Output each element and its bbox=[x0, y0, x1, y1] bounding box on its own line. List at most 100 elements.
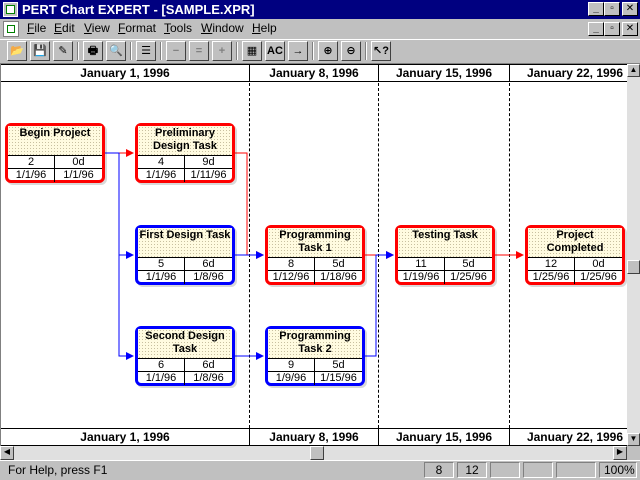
task-node-prog1[interactable]: Programming Task 1 8 5d 1/12/96 1/18/96 bbox=[265, 225, 365, 285]
task-list-icon: ☰ bbox=[141, 45, 151, 57]
task-name: Preliminary Design Task bbox=[138, 126, 232, 155]
add-link-icon: + bbox=[218, 45, 226, 57]
menu-window[interactable]: Window bbox=[201, 21, 244, 35]
link-programming-2-to-testing bbox=[365, 251, 394, 357]
link-begin-to-second-design bbox=[118, 255, 134, 360]
save-button[interactable]: 💾 bbox=[30, 41, 50, 61]
zoom-out-button[interactable]: ⊖ bbox=[341, 41, 361, 61]
add-link-button[interactable]: + bbox=[212, 41, 232, 61]
remove-link-icon: = bbox=[195, 45, 203, 57]
task-node-testing[interactable]: Testing Task 11 5d 1/19/96 1/25/96 bbox=[395, 225, 495, 285]
link-begin-to-first-design bbox=[105, 152, 134, 259]
task-finish-date: 1/11/96 bbox=[190, 169, 227, 181]
doc-close-button[interactable]: ✕ bbox=[622, 22, 638, 36]
spell-check-icon: AC bbox=[267, 45, 283, 57]
task-node-second[interactable]: Second Design Task 6 6d 1/1/96 1/8/96 bbox=[135, 326, 235, 386]
menu-view[interactable]: View bbox=[84, 21, 110, 35]
status-help-text: For Help, press F1 bbox=[3, 462, 421, 478]
task-start-date: 1/12/96 bbox=[268, 271, 315, 284]
task-finish-date: 1/15/96 bbox=[320, 372, 357, 384]
task-start-date: 1/1/96 bbox=[138, 372, 185, 385]
zoom-out-icon: ⊖ bbox=[346, 45, 356, 57]
pert-chart-canvas[interactable]: January 1, 1996 January 8, 1996 January … bbox=[0, 64, 627, 446]
scroll-up-button[interactable]: ▲ bbox=[627, 64, 640, 77]
task-finish-date: 1/8/96 bbox=[193, 271, 224, 283]
status-field-4 bbox=[523, 462, 553, 478]
task-node-begin[interactable]: Begin Project 2 0d 1/1/96 1/1/96 bbox=[5, 123, 105, 183]
menu-edit[interactable]: Edit bbox=[54, 21, 75, 35]
print-preview-icon: 🔍 bbox=[109, 45, 123, 57]
task-start-date: 1/1/96 bbox=[138, 169, 185, 182]
task-name: Programming Task 1 bbox=[268, 228, 362, 257]
menu-help[interactable]: Help bbox=[252, 21, 277, 35]
task-start-date: 1/19/96 bbox=[398, 271, 445, 284]
status-field-1: 8 bbox=[424, 462, 454, 478]
print-button[interactable]: 🖶 bbox=[83, 41, 103, 61]
vertical-scroll-thumb[interactable] bbox=[627, 260, 640, 274]
task-name: Second Design Task bbox=[138, 329, 232, 358]
status-field-3 bbox=[490, 462, 520, 478]
task-node-prog2[interactable]: Programming Task 2 9 5d 1/9/96 1/15/96 bbox=[265, 326, 365, 386]
task-name: Testing Task bbox=[398, 228, 492, 257]
task-name: Programming Task 2 bbox=[268, 329, 362, 358]
scroll-down-button[interactable]: ▼ bbox=[627, 433, 640, 446]
app-icon[interactable] bbox=[3, 2, 18, 17]
task-name: First Design Task bbox=[138, 228, 232, 257]
edit-icon: ✎ bbox=[58, 45, 68, 57]
zoom-in-icon: ⊕ bbox=[323, 45, 333, 57]
title-bar: PERT Chart EXPERT - [SAMPLE.XPR] _ ▫ ✕ bbox=[0, 0, 640, 19]
task-start-date: 1/1/96 bbox=[138, 271, 185, 284]
vertical-scrollbar[interactable]: ▲ ▼ bbox=[627, 64, 640, 446]
remove-task-button[interactable]: − bbox=[166, 41, 186, 61]
open-folder-button[interactable]: 📂 bbox=[7, 41, 27, 61]
link-arrow-icon: → bbox=[292, 45, 304, 57]
spell-check-button[interactable]: AC bbox=[265, 41, 285, 61]
horizontal-scroll-thumb[interactable] bbox=[310, 446, 324, 460]
toolbar-separator bbox=[77, 42, 79, 60]
doc-restore-button[interactable]: ▫ bbox=[604, 22, 620, 36]
task-start-date: 1/1/96 bbox=[8, 169, 55, 182]
link-arrow-button[interactable]: → bbox=[288, 41, 308, 61]
task-start-date: 1/9/96 bbox=[268, 372, 315, 385]
remove-link-button[interactable]: = bbox=[189, 41, 209, 61]
task-list-button[interactable]: ☰ bbox=[136, 41, 156, 61]
link-preliminary-to-programming-1 bbox=[235, 152, 264, 259]
calendar-button[interactable]: ▦ bbox=[242, 41, 262, 61]
toolbar-separator bbox=[130, 42, 132, 60]
context-help-button[interactable]: ↖? bbox=[371, 41, 391, 61]
print-icon: 🖶 bbox=[87, 45, 99, 57]
task-node-first[interactable]: First Design Task 5 6d 1/1/96 1/8/96 bbox=[135, 225, 235, 285]
menu-format[interactable]: Format bbox=[118, 21, 156, 35]
restore-button[interactable]: ▫ bbox=[604, 2, 620, 16]
task-node-prelim[interactable]: Preliminary Design Task 4 9d 1/1/96 1/11/96 bbox=[135, 123, 235, 183]
window-title: PERT Chart EXPERT - [SAMPLE.XPR] bbox=[22, 2, 255, 17]
horizontal-scrollbar[interactable]: ◀ ▶ bbox=[0, 446, 640, 460]
task-node-complete[interactable]: Project Completed 12 0d 1/25/96 1/25/96 bbox=[525, 225, 625, 285]
task-finish-date: 1/18/96 bbox=[320, 271, 357, 283]
scroll-left-button[interactable]: ◀ bbox=[0, 446, 14, 460]
calendar-icon: ▦ bbox=[246, 45, 258, 57]
document-icon[interactable] bbox=[3, 21, 19, 37]
task-start-date: 1/25/96 bbox=[528, 271, 575, 284]
task-finish-date: 1/25/96 bbox=[580, 271, 617, 283]
close-button[interactable]: ✕ bbox=[622, 2, 638, 16]
print-preview-button[interactable]: 🔍 bbox=[106, 41, 126, 61]
menu-tools[interactable]: Tools bbox=[164, 21, 192, 35]
task-finish-date: 1/8/96 bbox=[193, 372, 224, 384]
save-icon: 💾 bbox=[33, 45, 47, 57]
doc-minimize-button[interactable]: _ bbox=[588, 22, 604, 36]
status-zoom: 100% bbox=[599, 462, 637, 478]
minimize-button[interactable]: _ bbox=[588, 2, 604, 16]
menu-file[interactable]: File bbox=[27, 21, 46, 35]
zoom-in-button[interactable]: ⊕ bbox=[318, 41, 338, 61]
task-finish-date: 1/1/96 bbox=[63, 169, 94, 181]
task-finish-date: 1/25/96 bbox=[450, 271, 487, 283]
toolbar-separator bbox=[365, 42, 367, 60]
status-field-2: 12 bbox=[457, 462, 487, 478]
scroll-right-button[interactable]: ▶ bbox=[613, 446, 627, 460]
remove-task-icon: − bbox=[172, 45, 180, 57]
edit-button[interactable]: ✎ bbox=[53, 41, 73, 61]
open-folder-icon: 📂 bbox=[10, 45, 24, 57]
task-name: Project Completed bbox=[528, 228, 622, 257]
context-help-icon: ↖? bbox=[373, 45, 389, 57]
